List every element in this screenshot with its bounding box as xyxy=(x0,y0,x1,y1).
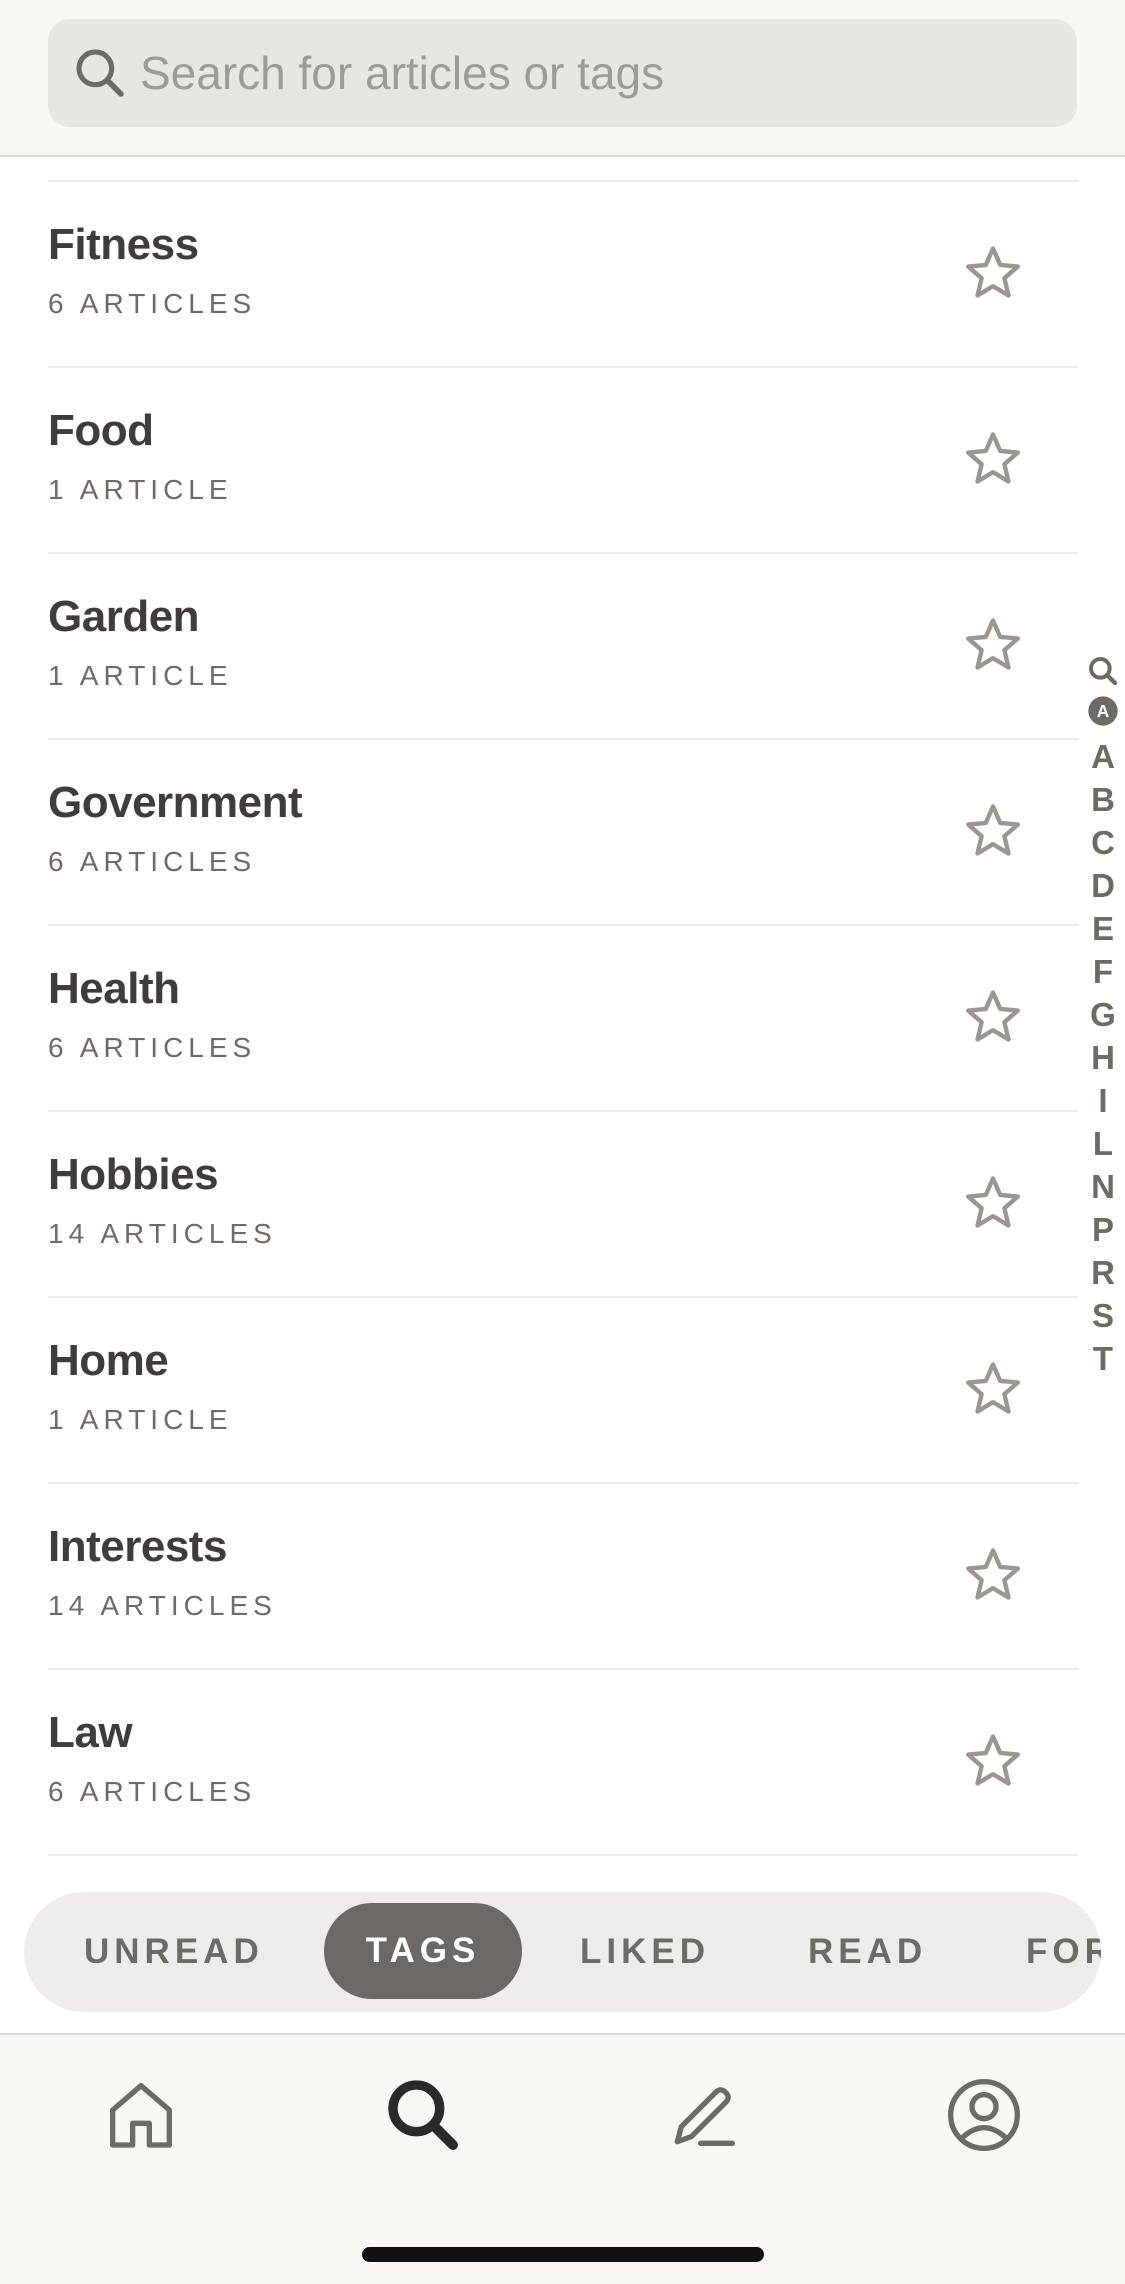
home-icon[interactable] xyxy=(101,2075,181,2155)
tag-list: Fitness 6 ARTICLES Food 1 ARTICLE Garden 1 AR… xyxy=(48,180,1078,1856)
tag-article-count: 6 ARTICLES xyxy=(48,846,257,877)
star-icon[interactable] xyxy=(962,1544,1024,1606)
profile-icon[interactable] xyxy=(944,2075,1024,2155)
tag-name: Interests xyxy=(48,1522,227,1571)
tag-name: Health xyxy=(48,964,180,1013)
index-letter[interactable]: D xyxy=(1090,864,1116,907)
tag-article-count: 1 ARTICLE xyxy=(48,660,233,691)
star-icon[interactable] xyxy=(962,1358,1024,1420)
tag-name: Government xyxy=(48,778,303,827)
star-icon[interactable] xyxy=(962,428,1024,490)
alphabet-index[interactable]: A ABCDEFGHILNPRST xyxy=(1086,655,1120,1380)
tag-name: Home xyxy=(48,1336,169,1385)
index-letter[interactable]: T xyxy=(1090,1337,1116,1380)
tag-article-count: 6 ARTICLES xyxy=(48,288,257,319)
tab-unread[interactable]: UNREAD xyxy=(84,1892,264,2012)
tag-row[interactable]: Government 6 ARTICLES xyxy=(48,740,1078,926)
tag-article-count: 14 ARTICLES xyxy=(48,1590,277,1621)
star-icon[interactable] xyxy=(962,614,1024,676)
search-input[interactable] xyxy=(140,19,1040,127)
star-icon[interactable] xyxy=(962,1172,1024,1234)
index-letter[interactable]: F xyxy=(1090,950,1116,993)
index-letter[interactable]: B xyxy=(1090,778,1116,821)
tag-name: Food xyxy=(48,406,154,455)
index-letter[interactable]: R xyxy=(1090,1251,1116,1294)
index-letter[interactable]: S xyxy=(1090,1294,1116,1337)
star-icon[interactable] xyxy=(962,242,1024,304)
search-icon[interactable] xyxy=(1087,655,1119,687)
index-letter[interactable]: C xyxy=(1090,821,1116,864)
tab-for[interactable]: FOR xyxy=(1026,1892,1101,2012)
star-icon[interactable] xyxy=(962,986,1024,1048)
search-icon[interactable] xyxy=(383,2075,463,2155)
tag-article-count: 6 ARTICLES xyxy=(48,1776,257,1807)
tag-article-count: 1 ARTICLE xyxy=(48,1404,233,1435)
tag-row[interactable]: Law 6 ARTICLES xyxy=(48,1670,1078,1856)
index-letter[interactable]: L xyxy=(1090,1122,1116,1165)
tab-tags[interactable]: TAGS xyxy=(324,1903,522,1999)
index-letter[interactable]: P xyxy=(1090,1208,1116,1251)
tag-name: Fitness xyxy=(48,220,199,269)
index-letter[interactable]: E xyxy=(1090,907,1116,950)
filter-tabs: UNREAD TAGS LIKED READ FOR xyxy=(24,1892,1101,2012)
star-icon[interactable] xyxy=(962,1730,1024,1792)
index-letter[interactable]: A xyxy=(1090,735,1116,778)
tag-row[interactable]: Fitness 6 ARTICLES xyxy=(48,182,1078,368)
index-letter[interactable]: G xyxy=(1090,993,1116,1036)
tag-row[interactable]: Home 1 ARTICLE xyxy=(48,1298,1078,1484)
a-circle-icon[interactable]: A xyxy=(1087,695,1119,727)
index-letter[interactable]: N xyxy=(1090,1165,1116,1208)
top-bar xyxy=(0,0,1125,157)
tag-row[interactable]: Hobbies 14 ARTICLES xyxy=(48,1112,1078,1298)
tag-name: Law xyxy=(48,1708,133,1757)
tag-article-count: 14 ARTICLES xyxy=(48,1218,277,1249)
search-box[interactable] xyxy=(48,19,1077,127)
tag-article-count: 6 ARTICLES xyxy=(48,1032,257,1063)
svg-text:A: A xyxy=(1097,701,1110,721)
tag-row[interactable]: Food 1 ARTICLE xyxy=(48,368,1078,554)
home-indicator xyxy=(362,2247,764,2262)
index-letter[interactable]: I xyxy=(1090,1079,1116,1122)
tag-name: Garden xyxy=(48,592,200,641)
tag-row[interactable]: Interests 14 ARTICLES xyxy=(48,1484,1078,1670)
star-icon[interactable] xyxy=(962,800,1024,862)
tag-row[interactable]: Health 6 ARTICLES xyxy=(48,926,1078,1112)
tag-row[interactable]: Garden 1 ARTICLE xyxy=(48,554,1078,740)
pen-icon[interactable] xyxy=(664,2075,744,2155)
index-letter[interactable]: H xyxy=(1090,1036,1116,1079)
tab-liked[interactable]: LIKED xyxy=(580,1892,710,2012)
tag-article-count: 1 ARTICLE xyxy=(48,474,233,505)
search-icon xyxy=(76,49,124,97)
tab-read[interactable]: READ xyxy=(808,1892,927,2012)
tag-name: Hobbies xyxy=(48,1150,219,1199)
